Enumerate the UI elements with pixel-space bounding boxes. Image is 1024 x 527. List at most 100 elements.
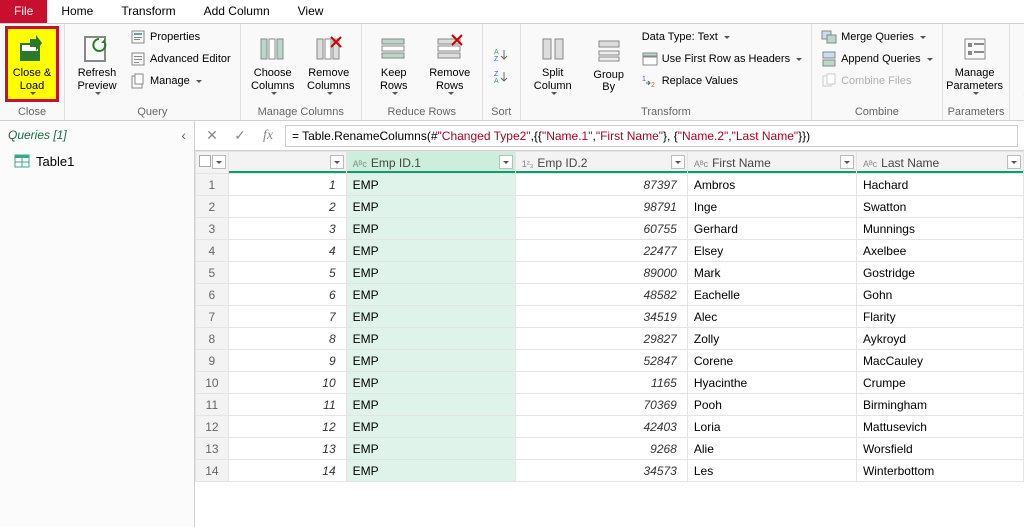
row-number[interactable]: 12 — [196, 416, 229, 438]
advanced-editor-button[interactable]: Advanced Editor — [126, 48, 235, 70]
split-column-button[interactable]: Split Column — [526, 26, 580, 102]
data-source-settings-button[interactable]: Data source settings — [1015, 26, 1024, 102]
properties-button[interactable]: Properties — [126, 26, 235, 48]
cell-firstname[interactable]: Zolly — [687, 328, 856, 350]
first-row-headers-button[interactable]: Use First Row as Headers — [638, 48, 806, 70]
tab-home[interactable]: Home — [47, 0, 107, 23]
row-number[interactable]: 10 — [196, 372, 229, 394]
cell-firstname[interactable]: Mark — [687, 262, 856, 284]
queries-header[interactable]: Queries [1] ‹ — [0, 121, 194, 149]
row-number[interactable]: 9 — [196, 350, 229, 372]
table-row[interactable]: 1313EMP9268AlieWorsfield — [196, 438, 1024, 460]
cell-empid2[interactable]: 70369 — [515, 394, 687, 416]
commit-formula-button[interactable]: ✓ — [229, 125, 251, 147]
cell-firstname[interactable]: Ambros — [687, 174, 856, 196]
fx-button[interactable]: fx — [257, 125, 279, 147]
cell-empid1[interactable]: EMP — [346, 438, 515, 460]
cell-firstname[interactable]: Pooh — [687, 394, 856, 416]
table-row[interactable]: 11EMP87397AmbrosHachard — [196, 174, 1024, 196]
cell-index[interactable]: 11 — [228, 394, 346, 416]
cell-empid1[interactable]: EMP — [346, 394, 515, 416]
table-row[interactable]: 33EMP60755GerhardMunnings — [196, 218, 1024, 240]
cell-empid2[interactable]: 9268 — [515, 438, 687, 460]
table-row[interactable]: 1111EMP70369PoohBirmingham — [196, 394, 1024, 416]
manage-parameters-button[interactable]: Manage Parameters — [948, 26, 1002, 102]
table-row[interactable]: 99EMP52847CoreneMacCauley — [196, 350, 1024, 372]
cell-lastname[interactable]: Flarity — [856, 306, 1023, 328]
cell-firstname[interactable]: Hyacinthe — [687, 372, 856, 394]
filter-icon[interactable] — [840, 155, 854, 169]
cell-empid1[interactable]: EMP — [346, 306, 515, 328]
remove-columns-button[interactable]: Remove Columns — [302, 26, 356, 102]
tab-view[interactable]: View — [284, 0, 338, 23]
cell-firstname[interactable]: Alec — [687, 306, 856, 328]
cell-firstname[interactable]: Eachelle — [687, 284, 856, 306]
cell-firstname[interactable]: Elsey — [687, 240, 856, 262]
cell-empid2[interactable]: 1165 — [515, 372, 687, 394]
sort-asc-button[interactable]: AZ — [487, 44, 515, 66]
cell-lastname[interactable]: Mattusevich — [856, 416, 1023, 438]
row-number[interactable]: 3 — [196, 218, 229, 240]
cell-index[interactable]: 3 — [228, 218, 346, 240]
cell-empid1[interactable]: EMP — [346, 240, 515, 262]
cell-empid1[interactable]: EMP — [346, 284, 515, 306]
filter-icon[interactable] — [330, 155, 344, 169]
cell-empid2[interactable]: 34519 — [515, 306, 687, 328]
row-number[interactable]: 11 — [196, 394, 229, 416]
cell-index[interactable]: 4 — [228, 240, 346, 262]
column-header-empid1[interactable]: AᴮcEmp ID.1 — [346, 152, 515, 174]
cell-empid1[interactable]: EMP — [346, 196, 515, 218]
row-number[interactable]: 8 — [196, 328, 229, 350]
cell-lastname[interactable]: Worsfield — [856, 438, 1023, 460]
row-number[interactable]: 1 — [196, 174, 229, 196]
cell-lastname[interactable]: Aykroyd — [856, 328, 1023, 350]
column-header-lastname[interactable]: AᴮcLast Name — [856, 152, 1023, 174]
queries-item-table1[interactable]: Table1 — [0, 149, 194, 173]
formula-input[interactable]: = Table.RenameColumns(#"Changed Type2",{… — [285, 125, 1018, 147]
cell-firstname[interactable]: Gerhard — [687, 218, 856, 240]
cell-firstname[interactable]: Inge — [687, 196, 856, 218]
cell-empid1[interactable]: EMP — [346, 460, 515, 482]
cell-empid1[interactable]: EMP — [346, 328, 515, 350]
table-row[interactable]: 77EMP34519AlecFlarity — [196, 306, 1024, 328]
cell-empid1[interactable]: EMP — [346, 262, 515, 284]
cell-empid2[interactable]: 42403 — [515, 416, 687, 438]
cell-empid2[interactable]: 52847 — [515, 350, 687, 372]
cell-index[interactable]: 2 — [228, 196, 346, 218]
tab-add-column[interactable]: Add Column — [190, 0, 284, 23]
cell-empid1[interactable]: EMP — [346, 218, 515, 240]
table-row[interactable]: 1010EMP1165HyacintheCrumpe — [196, 372, 1024, 394]
cell-firstname[interactable]: Alie — [687, 438, 856, 460]
table-row[interactable]: 1212EMP42403LoriaMattusevich — [196, 416, 1024, 438]
cell-index[interactable]: 5 — [228, 262, 346, 284]
manage-button[interactable]: Manage — [126, 70, 235, 92]
column-header-index[interactable] — [228, 152, 346, 174]
cell-empid2[interactable]: 60755 — [515, 218, 687, 240]
choose-columns-button[interactable]: Choose Columns — [246, 26, 300, 102]
row-number[interactable]: 4 — [196, 240, 229, 262]
cell-lastname[interactable]: Hachard — [856, 174, 1023, 196]
table-row[interactable]: 22EMP98791IngeSwatton — [196, 196, 1024, 218]
cell-index[interactable]: 1 — [228, 174, 346, 196]
cell-empid2[interactable]: 22477 — [515, 240, 687, 262]
group-by-button[interactable]: Group By — [582, 26, 636, 102]
cell-index[interactable]: 12 — [228, 416, 346, 438]
cell-lastname[interactable]: Gohn — [856, 284, 1023, 306]
keep-rows-button[interactable]: Keep Rows — [367, 26, 421, 102]
filter-icon[interactable] — [671, 155, 685, 169]
row-number[interactable]: 6 — [196, 284, 229, 306]
cell-empid1[interactable]: EMP — [346, 350, 515, 372]
row-number[interactable]: 7 — [196, 306, 229, 328]
cell-empid2[interactable]: 98791 — [515, 196, 687, 218]
cell-empid2[interactable]: 48582 — [515, 284, 687, 306]
data-type-button[interactable]: Data Type: Text — [638, 26, 806, 48]
cell-lastname[interactable]: Axelbee — [856, 240, 1023, 262]
column-header-empid2[interactable]: 1²₃Emp ID.2 — [515, 152, 687, 174]
cell-index[interactable]: 6 — [228, 284, 346, 306]
replace-values-button[interactable]: 12 Replace Values — [638, 70, 806, 92]
data-grid[interactable]: AᴮcEmp ID.1 1²₃Emp ID.2 AᴮcFirst Name Aᴮ… — [195, 151, 1024, 527]
tab-file[interactable]: File — [0, 0, 47, 23]
table-row[interactable]: 1414EMP34573LesWinterbottom — [196, 460, 1024, 482]
cell-index[interactable]: 7 — [228, 306, 346, 328]
sort-desc-button[interactable]: ZA — [487, 66, 515, 88]
